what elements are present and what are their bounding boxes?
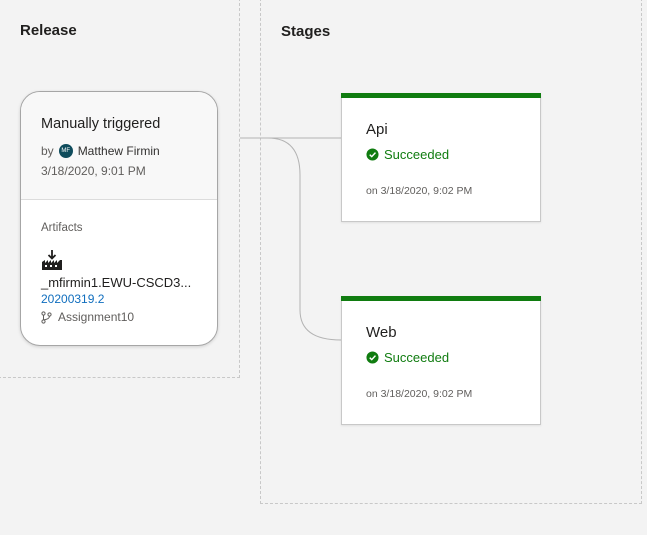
stage-status: Succeeded bbox=[366, 147, 449, 162]
release-trigger-section: Manually triggered by MF Matthew Firmin … bbox=[21, 92, 217, 200]
release-card[interactable]: Manually triggered by MF Matthew Firmin … bbox=[20, 91, 218, 346]
stage-name[interactable]: Api bbox=[366, 121, 388, 138]
stage-status-text: Succeeded bbox=[384, 350, 450, 365]
stage-card-api[interactable]: Api Succeeded on 3/18/2020, 9:02 PM bbox=[341, 93, 541, 222]
user-name[interactable]: Matthew Firmin bbox=[78, 144, 160, 158]
branch-name: Assignment10 bbox=[58, 310, 135, 324]
avatar: MF bbox=[58, 144, 73, 158]
check-circle-icon bbox=[366, 148, 379, 161]
triggered-by: by MF Matthew Firmin bbox=[41, 144, 160, 158]
by-label: by bbox=[41, 144, 54, 158]
build-artifact-icon bbox=[42, 250, 62, 270]
stage-status-bar bbox=[341, 296, 541, 301]
trigger-title: Manually triggered bbox=[41, 116, 161, 132]
artifacts-label: Artifacts bbox=[41, 222, 83, 234]
stage-name[interactable]: Web bbox=[366, 324, 397, 341]
branch-row: Assignment10 bbox=[41, 310, 134, 324]
branch-icon bbox=[41, 310, 52, 324]
trigger-date: 3/18/2020, 9:01 PM bbox=[41, 164, 146, 178]
artifact-name[interactable]: _mfirmin1.EWU-CSCD3... bbox=[41, 275, 191, 290]
stage-card-web[interactable]: Web Succeeded on 3/18/2020, 9:02 PM bbox=[341, 296, 541, 425]
stage-status: Succeeded bbox=[366, 350, 449, 365]
stage-status-text: Succeeded bbox=[384, 147, 450, 162]
check-circle-icon bbox=[366, 351, 379, 364]
stage-status-bar bbox=[341, 93, 541, 98]
stage-time: on 3/18/2020, 9:02 PM bbox=[366, 185, 473, 197]
artifact-version-link[interactable]: 20200319.2 bbox=[41, 292, 104, 306]
stage-time: on 3/18/2020, 9:02 PM bbox=[366, 388, 473, 400]
